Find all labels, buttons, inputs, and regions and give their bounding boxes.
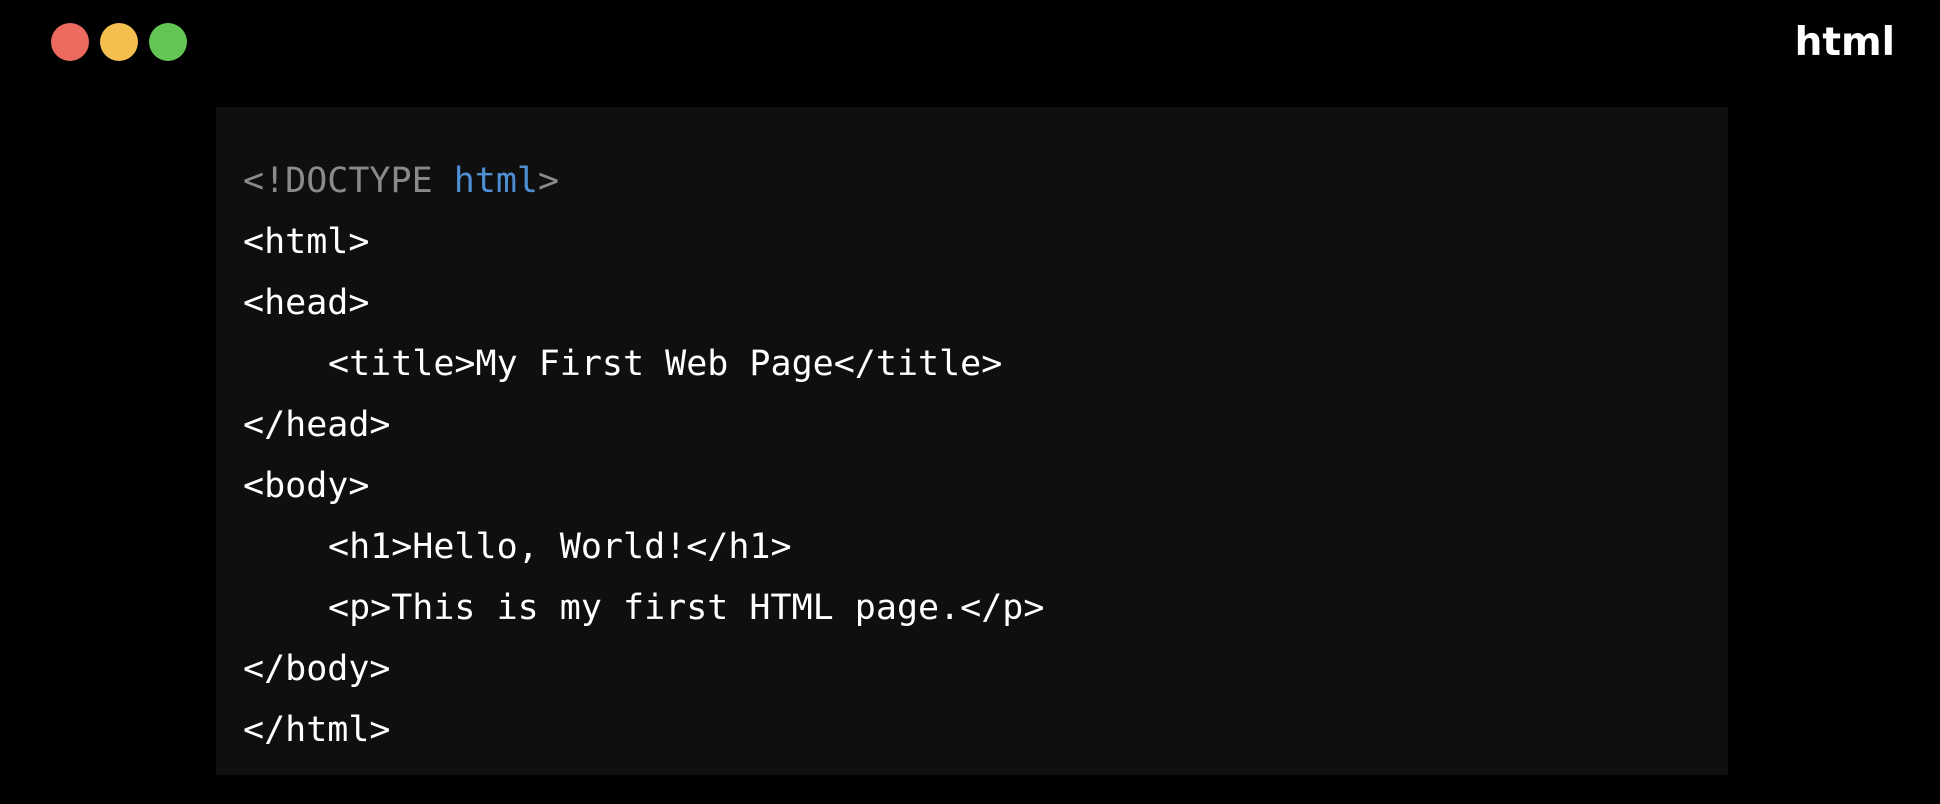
code-line: </head>	[243, 405, 391, 445]
code-line: <h1>Hello, World!</h1>	[328, 527, 792, 567]
doctype-token: <!DOCTYPE	[243, 161, 454, 201]
close-button[interactable]	[51, 23, 89, 61]
code-snippet-window: html <!DOCTYPE html> <html> <head> <titl…	[0, 0, 1940, 804]
doctype-close-token: >	[538, 161, 560, 201]
doctype-keyword-token: html	[453, 161, 539, 201]
zoom-button[interactable]	[149, 23, 187, 61]
code-line: <body>	[243, 466, 370, 506]
code-line: </html>	[243, 710, 391, 750]
code-block: <!DOCTYPE html> <html> <head> <title>My …	[216, 107, 1728, 775]
code-line: <p>This is my first HTML page.</p>	[328, 588, 1045, 628]
code-line: </body>	[243, 649, 391, 689]
code-line-doctype: <!DOCTYPE html>	[243, 151, 1728, 212]
code-line: <head>	[243, 283, 370, 323]
language-label: html	[1794, 20, 1895, 65]
window-controls	[51, 23, 187, 61]
code-line: <html>	[243, 222, 370, 262]
code-line: <title>My First Web Page</title>	[328, 344, 1003, 384]
minimize-button[interactable]	[100, 23, 138, 61]
